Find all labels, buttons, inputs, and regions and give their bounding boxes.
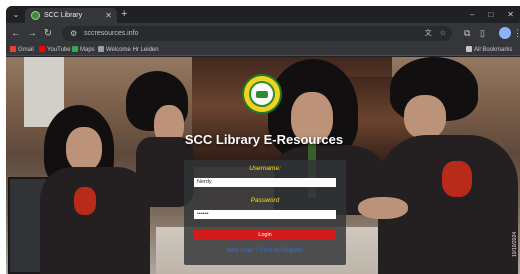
window-controls: – □ ✕ (470, 7, 514, 22)
username-input[interactable]: Nerdy (194, 178, 336, 187)
bookmark-gmail[interactable]: Gmail (10, 45, 34, 55)
tab-search-icon[interactable]: ⌄ (10, 9, 22, 20)
folder-icon (466, 46, 472, 52)
logo-seal (249, 81, 275, 107)
site-info-icon[interactable]: ⚙ (70, 28, 77, 39)
browser-window: ⌄ SCC Library ✕ + – □ ✕ ← → ↻ ⚙ sccresou… (6, 6, 520, 274)
page-content: SCC Library E-Resources Username: Nerdy … (6, 57, 520, 274)
extensions-icon[interactable]: ⧉ (464, 27, 470, 40)
all-bookmarks[interactable]: All Bookmarks (466, 45, 512, 55)
menu-kebab-icon[interactable]: ⋮ (513, 27, 520, 40)
address-bar[interactable]: ⚙ sccresources.info 文 ☆ (62, 26, 452, 41)
new-tab-button[interactable]: + (121, 8, 127, 21)
bookmark-star-icon[interactable]: ☆ (440, 28, 446, 39)
tab-strip: ⌄ SCC Library ✕ + – □ ✕ (6, 6, 520, 23)
login-button[interactable]: Login (194, 230, 336, 240)
translate-icon[interactable]: 文 (425, 28, 432, 39)
bookmark-maps[interactable]: Maps (72, 45, 95, 55)
side-date-text: 10/10/2024 (512, 231, 518, 257)
page-title: SCC Library E-Resources (184, 132, 344, 147)
bookmark-welcome[interactable]: Welcome Hr Leiden (98, 45, 159, 55)
profile-avatar[interactable] (499, 27, 511, 39)
back-arrow-icon[interactable]: ← (10, 27, 22, 40)
site-favicon-icon (31, 11, 40, 20)
folder-icon (98, 46, 104, 52)
tab-title: SCC Library (44, 12, 83, 19)
bookmarks-bar: Gmail YouTube Maps Welcome Hr Leiden All… (6, 44, 520, 56)
maximize-button[interactable]: □ (488, 7, 493, 22)
scc-logo (242, 74, 282, 114)
browser-toolbar: ← → ↻ ⚙ sccresources.info 文 ☆ ⧉ ▯ ⋮ (6, 23, 520, 44)
youtube-icon (39, 46, 45, 52)
bookmark-youtube[interactable]: YouTube (39, 45, 71, 55)
url-text[interactable]: sccresources.info (84, 28, 138, 39)
reload-icon[interactable]: ↻ (42, 27, 54, 40)
register-link[interactable]: New User ? Click to Register (184, 247, 346, 255)
password-label: Password (250, 197, 280, 204)
book-icon (256, 91, 268, 98)
password-input[interactable]: •••••• (194, 210, 336, 219)
forward-arrow-icon[interactable]: → (26, 27, 38, 40)
login-form: Username: Nerdy Password •••••• Login Ne… (184, 160, 346, 265)
username-label: Username: (249, 165, 281, 172)
side-panel-icon[interactable]: ▯ (480, 27, 485, 40)
close-window-button[interactable]: ✕ (507, 7, 514, 22)
close-icon[interactable]: ✕ (105, 10, 112, 21)
tab-scc-library[interactable]: SCC Library ✕ (25, 8, 117, 23)
minimize-button[interactable]: – (470, 7, 474, 22)
gmail-icon (10, 46, 16, 52)
maps-icon (72, 46, 78, 52)
